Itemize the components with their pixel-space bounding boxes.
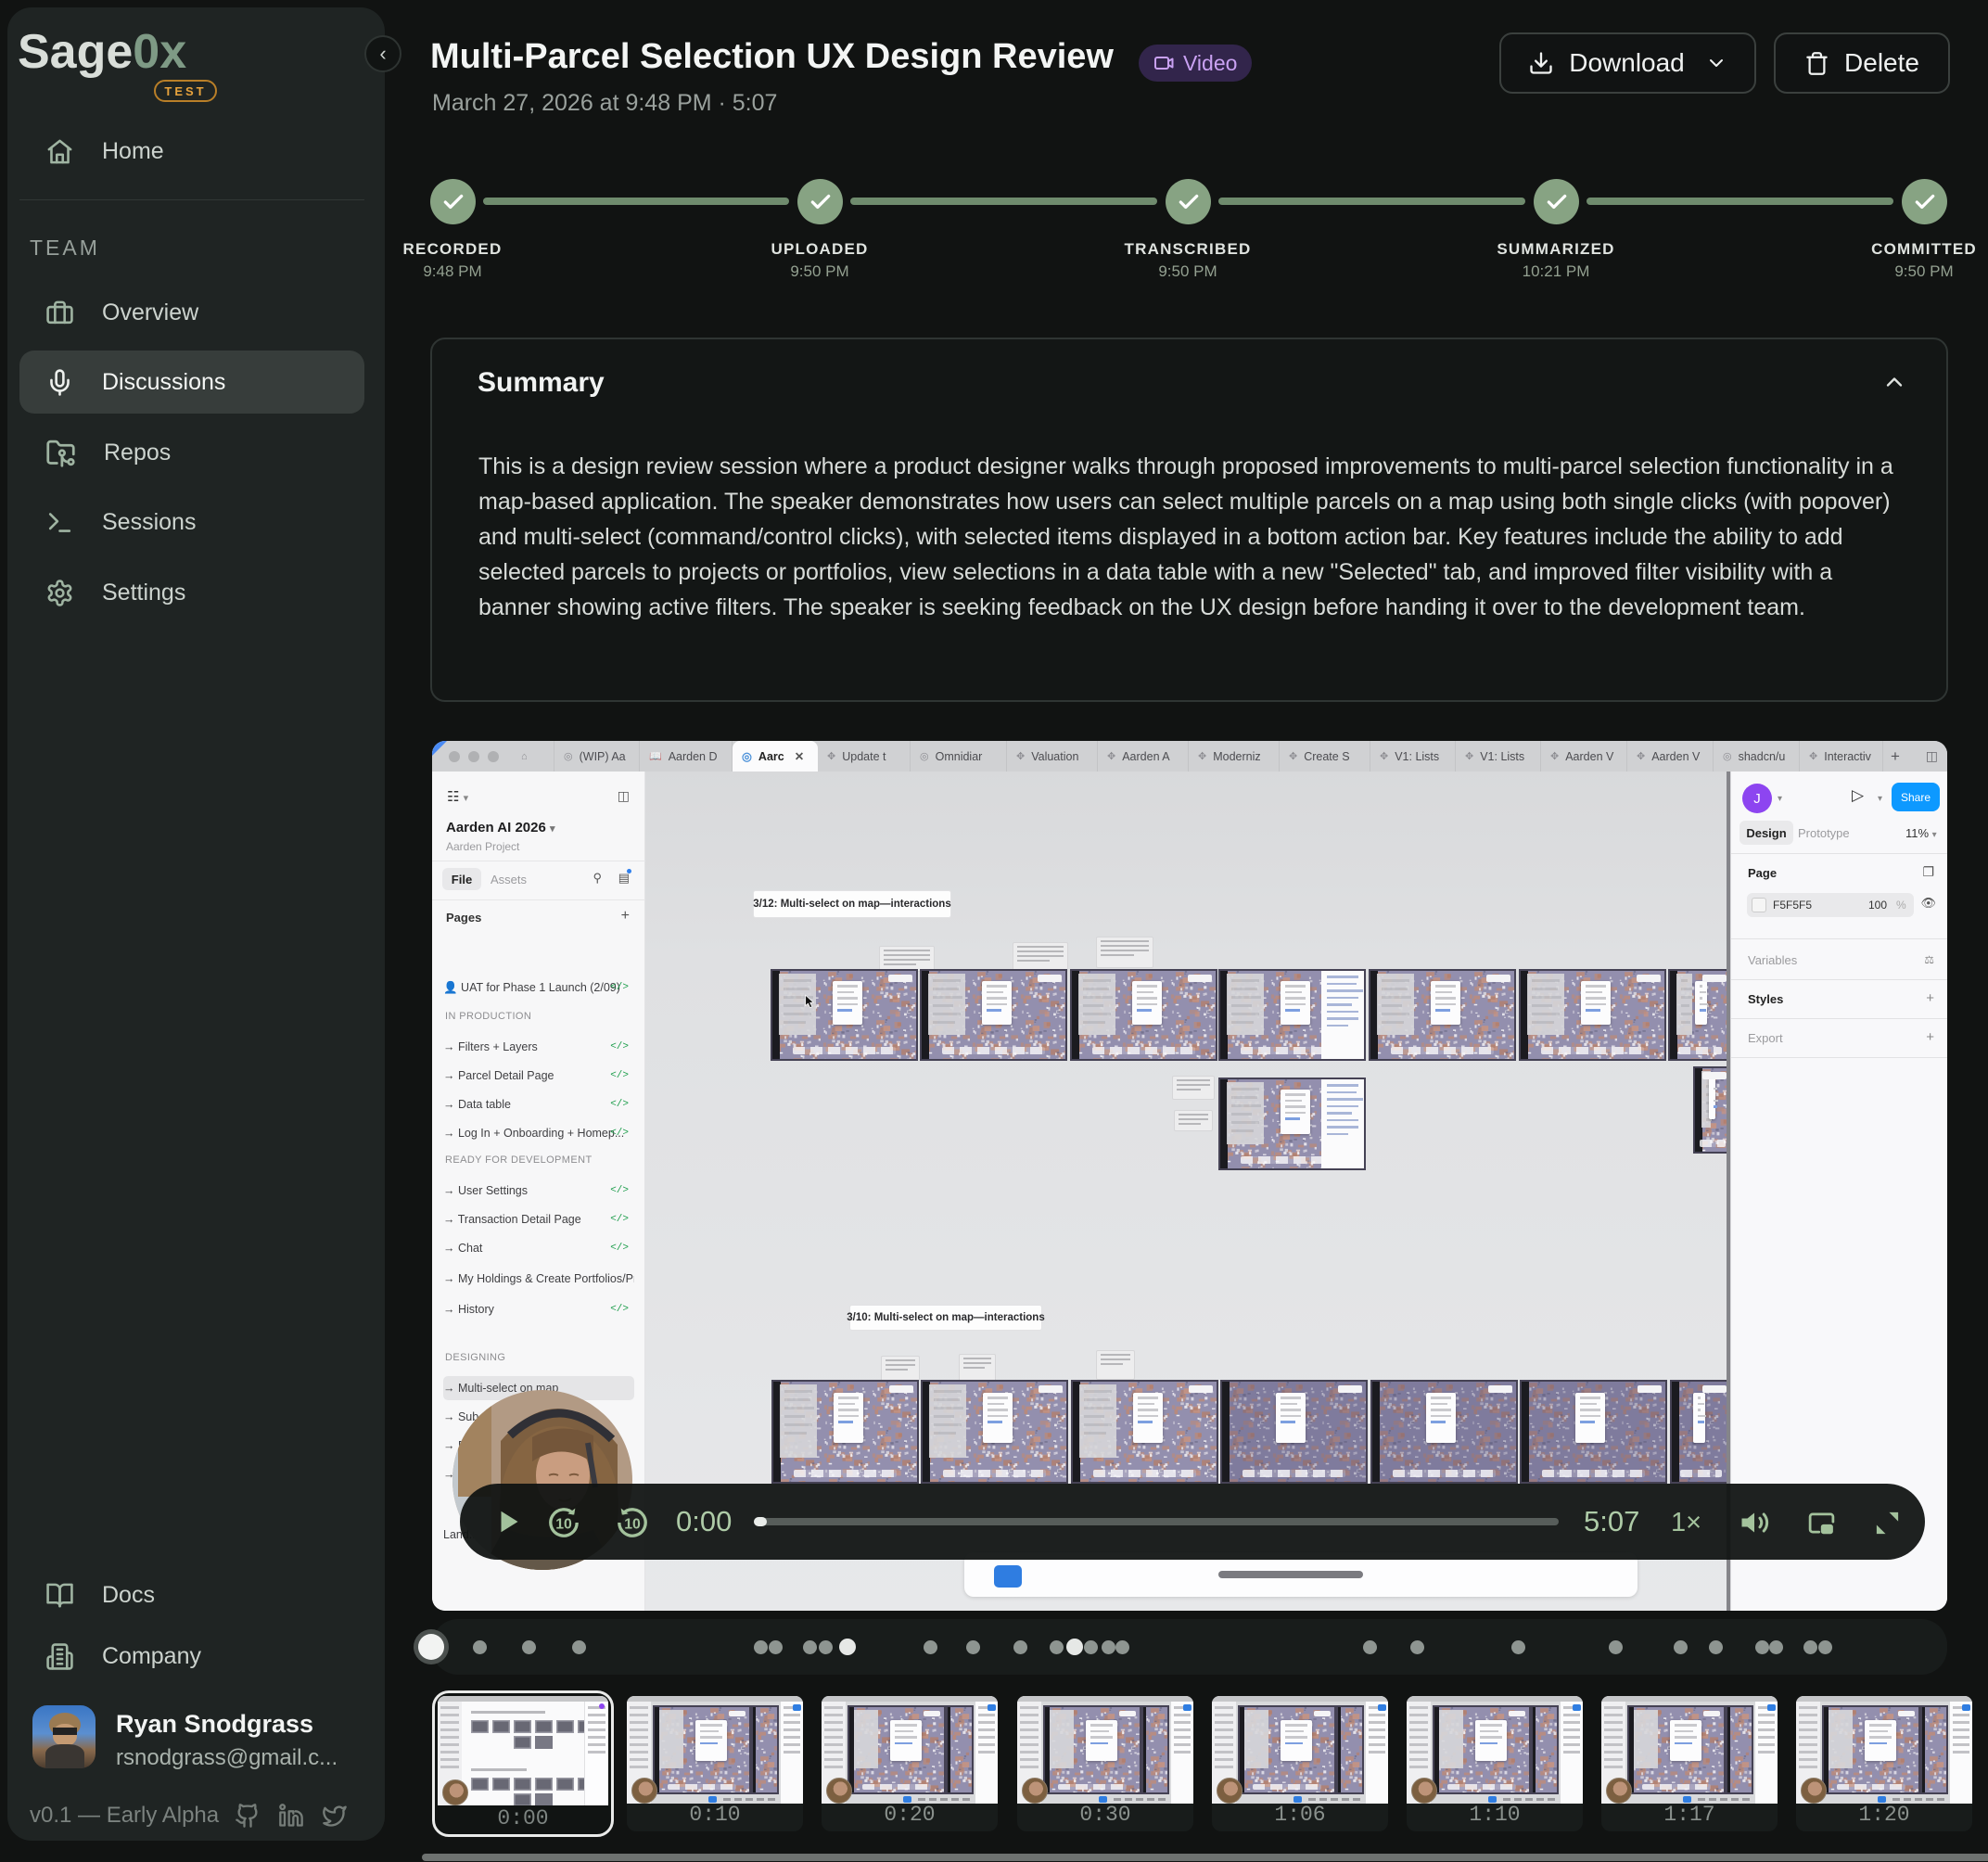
svg-text:10: 10 [624, 1517, 641, 1533]
svg-text:10: 10 [555, 1517, 572, 1533]
